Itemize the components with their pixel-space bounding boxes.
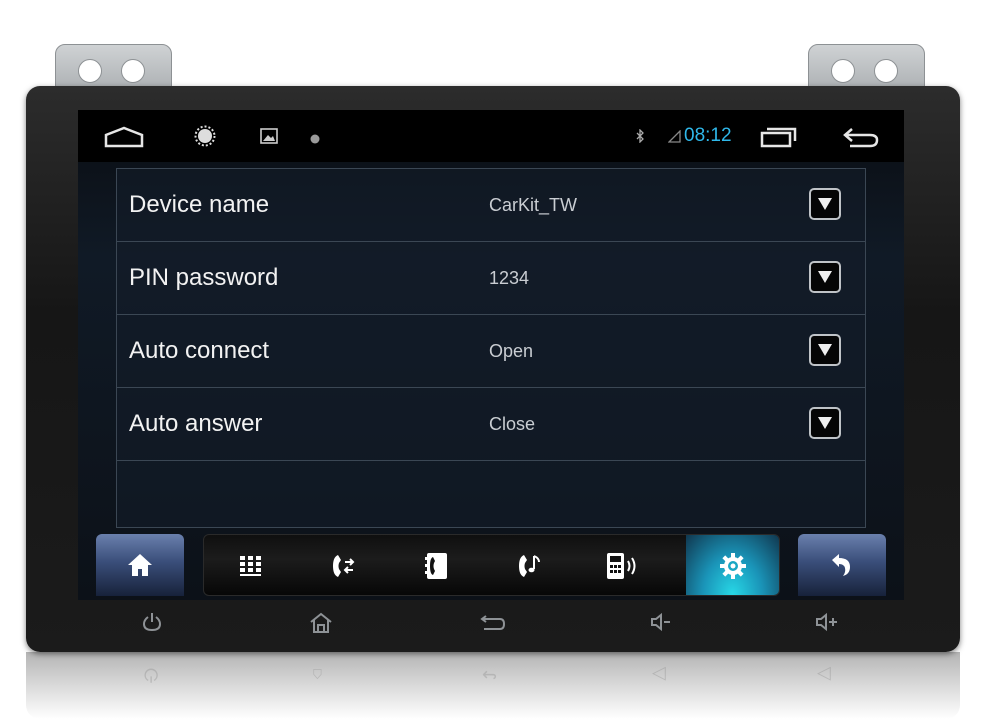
bracket-hole (121, 59, 145, 83)
home-icon-reflection: ⌂ (312, 665, 323, 685)
setting-row-auto-connect[interactable]: Auto connect Open (117, 315, 865, 388)
phone-speaker-button[interactable] (576, 535, 669, 595)
bracket-hole (78, 59, 102, 83)
call-transfer-button[interactable] (297, 535, 390, 595)
setting-label: Auto connect (129, 337, 270, 364)
power-icon-reflection: ⏻ (144, 665, 159, 685)
setting-value: Open (489, 341, 534, 361)
home-outline-icon[interactable] (104, 126, 144, 153)
bracket-hole (831, 59, 855, 83)
setting-value: 1234 (489, 268, 530, 288)
bluetooth-toolbar (203, 534, 780, 596)
settings-button[interactable] (686, 535, 779, 595)
phone-speaker-icon (606, 553, 635, 579)
dot-icon (310, 131, 320, 149)
back-arrow-icon[interactable] (842, 126, 880, 153)
contacts-button[interactable] (390, 535, 483, 595)
home-button[interactable] (96, 534, 184, 596)
setting-row-device-name[interactable]: Device name CarKit_TW (117, 169, 865, 242)
bluetooth-settings-list: Device name CarKit_TW PIN password 1234 … (116, 168, 866, 528)
signal-icon (667, 129, 681, 148)
dropdown-arrow-icon[interactable] (809, 188, 841, 220)
dropdown-arrow-icon[interactable] (809, 334, 841, 366)
recent-apps-icon[interactable] (760, 126, 798, 153)
home-icon (128, 554, 152, 576)
dialpad-button[interactable] (204, 535, 297, 595)
back-icon-reflection: ↩ (482, 665, 498, 685)
contacts-icon (424, 553, 447, 579)
dropdown-arrow-icon[interactable] (809, 261, 841, 293)
dialpad-icon (239, 556, 261, 576)
setting-row-pin-password[interactable]: PIN password 1234 (117, 242, 865, 315)
bluetooth-icon (635, 128, 645, 148)
settings-gear-icon (719, 553, 746, 579)
status-bar: 08:12 (78, 110, 904, 162)
bracket-hole (874, 59, 898, 83)
device-reflection (26, 652, 960, 719)
return-button[interactable] (798, 534, 886, 596)
setting-label: Device name (129, 191, 270, 218)
volume-down-icon[interactable] (650, 612, 672, 637)
setting-label: PIN password (129, 264, 279, 291)
setting-value: CarKit_TW (489, 195, 578, 215)
setting-row-auto-answer[interactable]: Auto answer Close (117, 388, 865, 461)
home-house-icon[interactable] (309, 612, 333, 639)
volume-up-icon[interactable] (815, 612, 839, 637)
setting-value: Close (489, 414, 536, 434)
image-icon (260, 128, 278, 149)
volume-up-icon-reflection: ◁ (817, 665, 831, 685)
call-music-icon (518, 555, 540, 577)
call-music-button[interactable] (483, 535, 576, 595)
setting-label: Auto answer (129, 410, 263, 437)
volume-down-icon-reflection: ◁ (652, 665, 666, 685)
call-transfer-icon (332, 555, 354, 577)
dropdown-arrow-icon[interactable] (809, 407, 841, 439)
return-icon (832, 554, 850, 576)
screen: 08:12 Device name CarKit_TW PIN password… (78, 110, 904, 600)
back-icon[interactable] (480, 612, 506, 637)
brightness-icon (194, 125, 216, 152)
status-time: 08:12 (684, 125, 732, 146)
power-icon[interactable] (142, 612, 162, 637)
